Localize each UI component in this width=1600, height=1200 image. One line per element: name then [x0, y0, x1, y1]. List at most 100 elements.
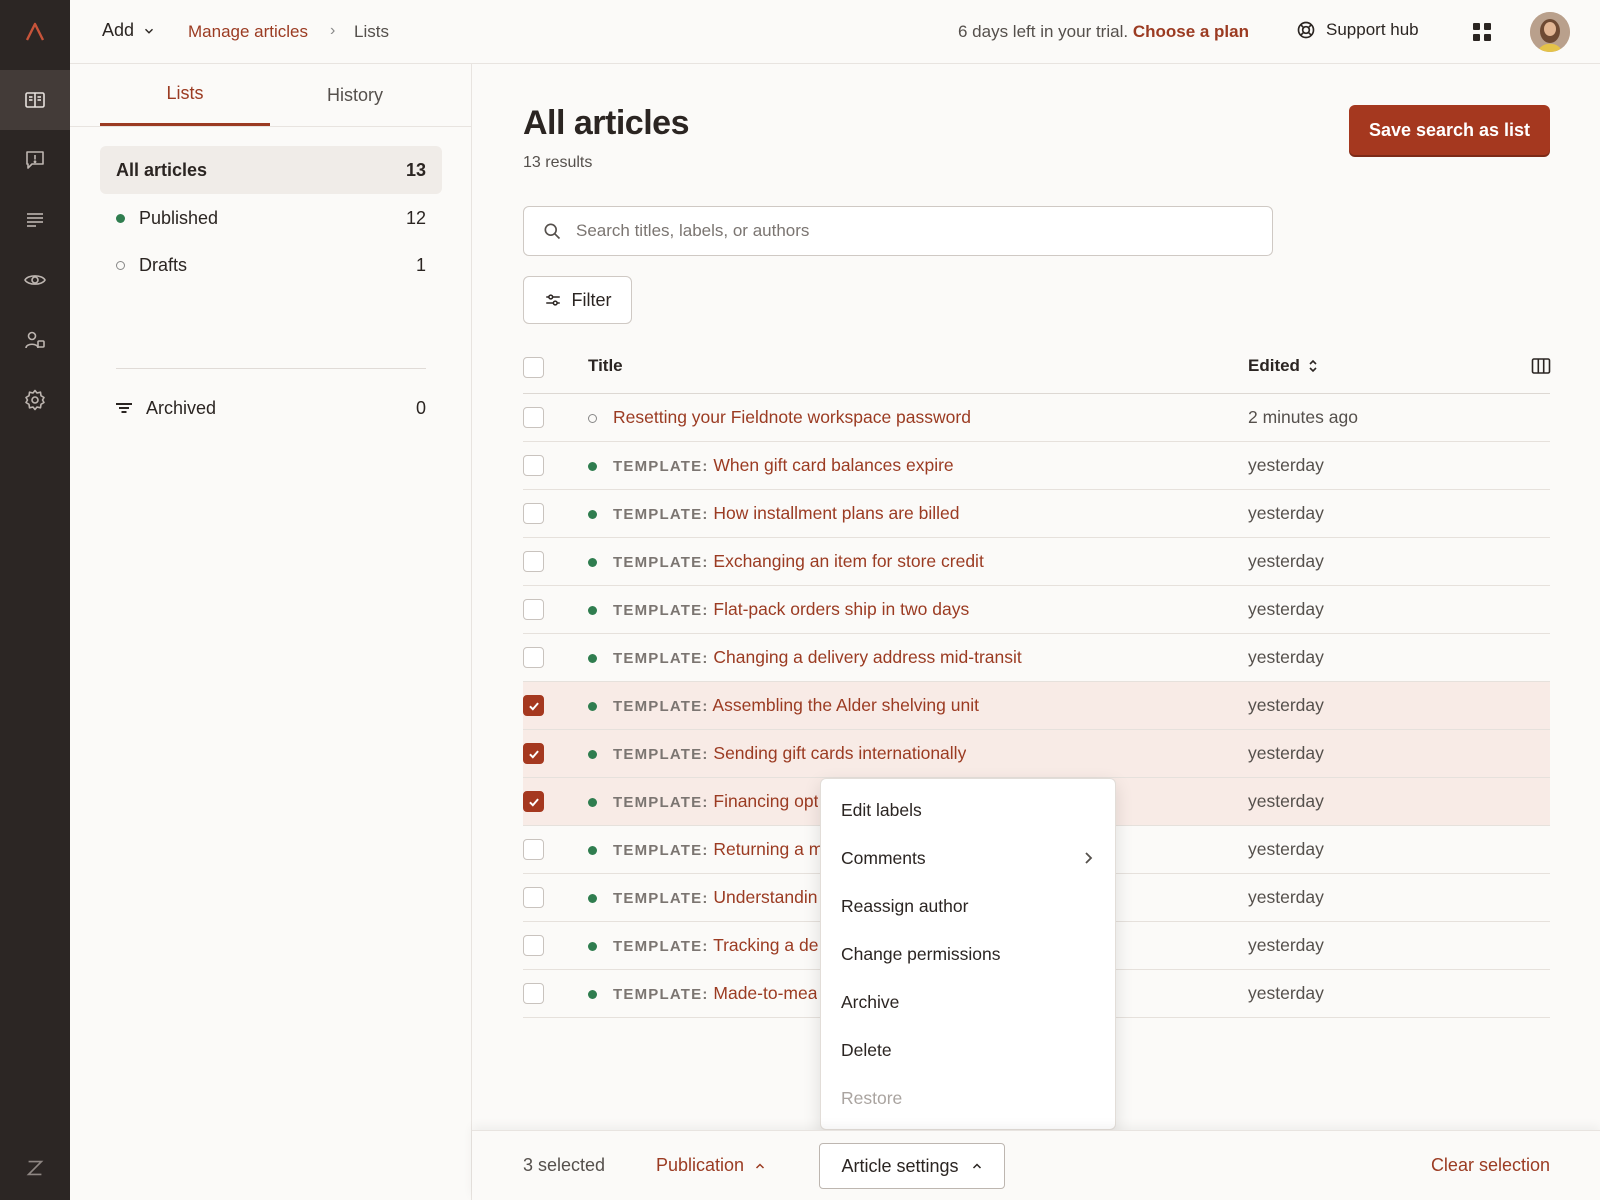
article-title-link[interactable]: TEMPLATE: Understandin	[613, 887, 818, 908]
published-status-icon	[588, 702, 597, 711]
article-title-link[interactable]: TEMPLATE: Flat-pack orders ship in two d…	[613, 599, 969, 620]
article-settings-label: Article settings	[841, 1155, 959, 1176]
menu-item-reassign-author[interactable]: Reassign author	[821, 883, 1115, 930]
article-title-link[interactable]: Resetting your Fieldnote workspace passw…	[613, 407, 971, 428]
template-prefix: TEMPLATE:	[613, 602, 709, 619]
table-row[interactable]: TEMPLATE: Assembling the Alder shelving …	[523, 682, 1550, 730]
choose-plan-link[interactable]: Choose a plan	[1133, 22, 1249, 41]
search-box	[523, 206, 1273, 256]
sliders-icon	[545, 294, 560, 306]
row-checkbox[interactable]	[523, 599, 544, 620]
table-header: Title Edited	[523, 344, 1551, 394]
sidebar-item-label: Archived	[146, 397, 217, 418]
published-status-icon	[588, 462, 597, 471]
row-checkbox[interactable]	[523, 407, 544, 428]
table-row[interactable]: Resetting your Fieldnote workspace passw…	[523, 394, 1550, 442]
row-checkbox[interactable]	[523, 935, 544, 956]
articles-icon[interactable]	[0, 70, 70, 130]
template-prefix: TEMPLATE:	[613, 890, 709, 907]
columns-icon[interactable]	[1531, 356, 1551, 376]
zendesk-z-icon[interactable]	[0, 1138, 70, 1198]
table-row[interactable]: TEMPLATE: How installment plans are bill…	[523, 490, 1550, 538]
menu-item-change-permissions[interactable]: Change permissions	[821, 931, 1115, 978]
article-settings-button[interactable]: Article settings	[819, 1143, 1005, 1189]
support-hub-button[interactable]: Support hub	[1296, 20, 1419, 40]
article-title-link[interactable]: TEMPLATE: Financing opt	[613, 791, 818, 812]
app-grid-icon[interactable]	[1472, 22, 1492, 42]
edited-time: yesterday	[1248, 551, 1324, 571]
table-row[interactable]: TEMPLATE: When gift card balances expire…	[523, 442, 1550, 490]
row-checkbox[interactable]	[523, 887, 544, 908]
users-icon[interactable]	[0, 310, 70, 370]
eye-icon[interactable]	[0, 250, 70, 310]
edited-time: yesterday	[1248, 791, 1324, 811]
article-title-link[interactable]: TEMPLATE: Sending gift cards internation…	[613, 743, 966, 764]
row-checkbox[interactable]	[523, 455, 544, 476]
sidebar-item-archived[interactable]: Archived 0	[100, 384, 442, 432]
select-all-checkbox[interactable]	[523, 357, 544, 378]
clear-selection-button[interactable]: Clear selection	[1431, 1155, 1550, 1176]
tab-lists[interactable]: Lists	[100, 64, 270, 126]
tab-history[interactable]: History	[270, 64, 440, 126]
article-title-link[interactable]: TEMPLATE: How installment plans are bill…	[613, 503, 959, 524]
menu-item-archive[interactable]: Archive	[821, 979, 1115, 1026]
table-row[interactable]: TEMPLATE: Flat-pack orders ship in two d…	[523, 586, 1550, 634]
table-row[interactable]: TEMPLATE: Changing a delivery address mi…	[523, 634, 1550, 682]
article-title-link[interactable]: TEMPLATE: Tracking a de	[613, 935, 818, 956]
row-checkbox[interactable]	[523, 839, 544, 860]
settings-icon[interactable]	[0, 370, 70, 430]
article-title: Exchanging an item for store credit	[713, 551, 984, 571]
article-title-link[interactable]: TEMPLATE: Changing a delivery address mi…	[613, 647, 1022, 668]
chevron-right-icon	[1085, 852, 1093, 864]
article-title: Made-to-mea	[713, 983, 818, 1003]
sidebar-item-published[interactable]: Published 12	[100, 194, 442, 242]
sidebar-item-all-articles[interactable]: All articles 13	[100, 146, 442, 194]
search-input[interactable]	[576, 221, 1226, 241]
article-title: Resetting your Fieldnote workspace passw…	[613, 407, 971, 427]
edited-time: yesterday	[1248, 647, 1324, 667]
article-title-link[interactable]: TEMPLATE: When gift card balances expire	[613, 455, 954, 476]
row-checkbox[interactable]	[523, 503, 544, 524]
breadcrumb-manage-articles[interactable]: Manage articles	[188, 22, 308, 42]
edited-time: yesterday	[1248, 695, 1324, 715]
article-title-link[interactable]: TEMPLATE: Assembling the Alder shelving …	[613, 695, 979, 716]
row-checkbox[interactable]	[523, 551, 544, 572]
list-icon[interactable]	[0, 190, 70, 250]
published-status-icon	[588, 510, 597, 519]
row-checkbox-checked[interactable]	[523, 695, 544, 716]
logo-icon[interactable]	[0, 0, 70, 64]
filter-button[interactable]: Filter	[523, 276, 632, 324]
avatar[interactable]	[1530, 12, 1570, 52]
published-status-icon	[588, 894, 597, 903]
article-title: Tracking a de	[713, 935, 819, 955]
save-search-button[interactable]: Save search as list	[1349, 105, 1550, 155]
sort-icon	[1309, 359, 1317, 373]
row-checkbox-checked[interactable]	[523, 791, 544, 812]
row-checkbox[interactable]	[523, 647, 544, 668]
table-row[interactable]: TEMPLATE: Exchanging an item for store c…	[523, 538, 1550, 586]
article-title-link[interactable]: TEMPLATE: Returning a m	[613, 839, 823, 860]
table-row[interactable]: TEMPLATE: Sending gift cards internation…	[523, 730, 1550, 778]
row-checkbox[interactable]	[523, 983, 544, 1004]
edited-time: yesterday	[1248, 839, 1324, 859]
template-prefix: TEMPLATE:	[613, 506, 709, 523]
publication-button[interactable]: Publication	[656, 1155, 766, 1176]
menu-item-edit-labels[interactable]: Edit labels	[821, 787, 1115, 834]
feedback-icon[interactable]	[0, 130, 70, 190]
column-edited[interactable]: Edited	[1248, 356, 1318, 376]
article-title-link[interactable]: TEMPLATE: Made-to-mea	[613, 983, 817, 1004]
results-count: 13 results	[523, 154, 593, 171]
column-title[interactable]: Title	[588, 356, 623, 376]
article-title-link[interactable]: TEMPLATE: Exchanging an item for store c…	[613, 551, 984, 572]
bulk-action-bar: 3 selected Publication Article settings …	[472, 1130, 1600, 1200]
menu-item-comments[interactable]: Comments	[821, 835, 1115, 882]
edited-time: yesterday	[1248, 935, 1324, 955]
panel-tabs: Lists History	[100, 64, 440, 126]
menu-item-delete[interactable]: Delete	[821, 1027, 1115, 1074]
row-checkbox-checked[interactable]	[523, 743, 544, 764]
add-button[interactable]: Add	[102, 20, 156, 41]
sidebar-item-count: 0	[415, 397, 426, 418]
search-icon	[544, 223, 561, 240]
sidebar-item-drafts[interactable]: Drafts 1	[100, 241, 442, 289]
edited-time: yesterday	[1248, 743, 1324, 763]
